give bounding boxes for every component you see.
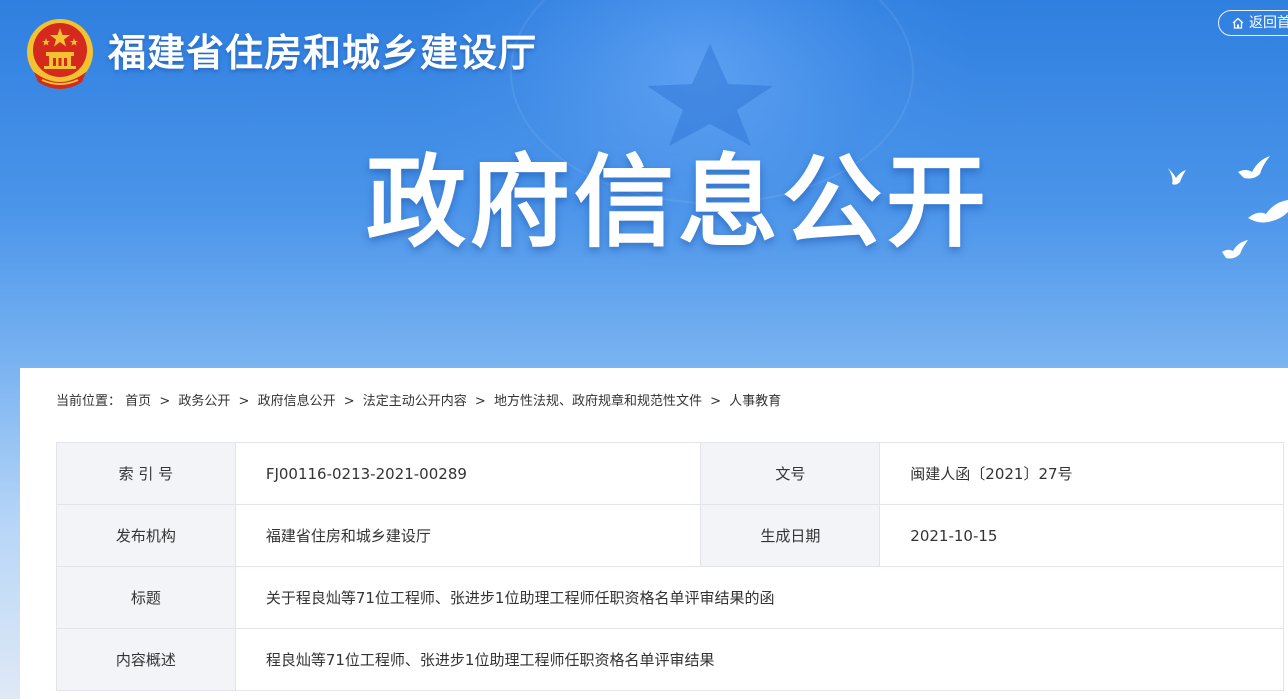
breadcrumb-item-gov-affairs[interactable]: 政务公开	[178, 394, 230, 409]
breadcrumb-separator: >	[159, 394, 171, 409]
national-emblem-icon[interactable]	[24, 16, 96, 92]
home-link[interactable]: 返回首	[1218, 10, 1288, 36]
dove-icon	[1168, 168, 1186, 185]
table-row: 索 引 号 FJ00116-0213-2021-00289 文号 闽建人函〔20…	[56, 442, 1284, 505]
publisher-value: 福建省住房和城乡建设厅	[234, 504, 702, 567]
index-number-label: 索 引 号	[56, 442, 236, 505]
breadcrumb-item-regulations[interactable]: 地方性法规、政府规章和规范性文件	[494, 394, 702, 409]
breadcrumb-item-home[interactable]: 首页	[125, 394, 151, 409]
banner-star-icon	[647, 44, 773, 146]
date-value: 2021-10-15	[879, 504, 1284, 567]
title-label: 标题	[56, 566, 236, 629]
document-number-value: 闽建人函〔2021〕27号	[879, 442, 1284, 505]
site-title[interactable]: 福建省住房和城乡建设厅	[108, 22, 537, 77]
document-number-label: 文号	[700, 442, 881, 505]
breadcrumb-separator: >	[710, 394, 722, 409]
breadcrumb-item-info-disclosure[interactable]: 政府信息公开	[258, 394, 336, 409]
breadcrumb: 当前位置： 首页 > 政务公开 > 政府信息公开 > 法定主动公开内容 > 地方…	[56, 390, 781, 409]
breadcrumb-separator: >	[343, 394, 355, 409]
breadcrumb-item-statutory[interactable]: 法定主动公开内容	[363, 394, 467, 409]
breadcrumb-separator: >	[238, 394, 250, 409]
summary-label: 内容概述	[56, 628, 236, 691]
table-row: 标题 关于程良灿等71位工程师、张进步1位助理工程师任职资格名单评审结果的函	[56, 566, 1285, 629]
breadcrumb-item-personnel[interactable]: 人事教育	[729, 394, 781, 409]
date-label: 生成日期	[700, 504, 881, 567]
index-number-value: FJ00116-0213-2021-00289	[234, 442, 702, 505]
table-row: 内容概述 程良灿等71位工程师、张进步1位助理工程师任职资格名单评审结果	[56, 628, 1285, 691]
publisher-label: 发布机构	[56, 504, 236, 567]
table-row: 发布机构 福建省住房和城乡建设厅 生成日期 2021-10-15	[56, 504, 1284, 567]
page-headline: 政府信息公开	[366, 144, 990, 261]
dove-icon	[1238, 156, 1270, 179]
content-panel: 当前位置： 首页 > 政务公开 > 政府信息公开 > 法定主动公开内容 > 地方…	[20, 368, 1288, 699]
home-link-label: 返回首	[1249, 15, 1288, 31]
home-icon	[1232, 17, 1244, 29]
dove-icon	[1222, 240, 1248, 259]
title-value: 关于程良灿等71位工程师、张进步1位助理工程师任职资格名单评审结果的函	[234, 566, 1285, 629]
breadcrumb-separator: >	[474, 394, 486, 409]
breadcrumb-prefix: 当前位置：	[56, 394, 122, 409]
document-info-table: 索 引 号 FJ00116-0213-2021-00289 文号 闽建人函〔20…	[56, 442, 1285, 691]
summary-value: 程良灿等71位工程师、张进步1位助理工程师任职资格名单评审结果	[234, 628, 1285, 691]
dove-icon	[1248, 200, 1288, 223]
